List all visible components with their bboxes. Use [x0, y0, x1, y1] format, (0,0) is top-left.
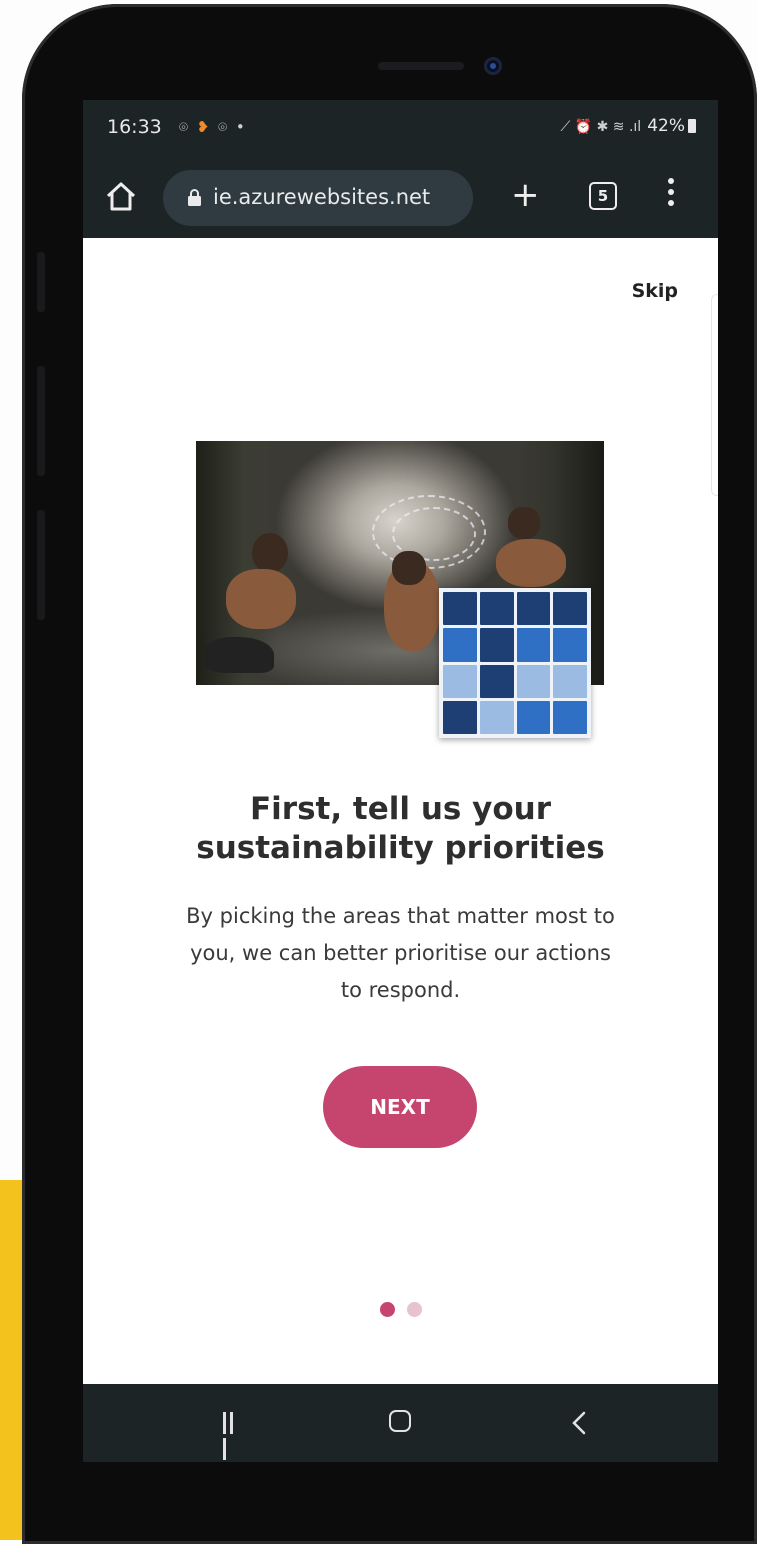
onboarding-page: Skip First, tell us your sustainability … — [83, 238, 718, 1384]
system-icons: ⟋ ⏰ ✱ ≋ .ıl — [560, 119, 642, 135]
browser-toolbar: ie.azurewebsites.net + 5 — [83, 160, 718, 238]
new-tab-button[interactable]: + — [511, 178, 540, 212]
back-icon[interactable] — [565, 1408, 595, 1438]
page-description: By picking the areas that matter most to… — [186, 904, 615, 1002]
volume-down-button — [37, 366, 45, 476]
front-camera — [484, 57, 502, 75]
skip-link[interactable]: Skip — [632, 280, 678, 302]
page-indicator — [83, 1302, 718, 1321]
bixby-button — [37, 510, 45, 620]
tab-switcher-button[interactable]: 5 — [589, 182, 617, 210]
page-dot-active[interactable] — [379, 1302, 395, 1317]
volume-up-button — [37, 252, 45, 312]
system-status: ⟋ ⏰ ✱ ≋ .ıl 42% — [560, 116, 696, 136]
status-time: 16:33 — [107, 116, 162, 138]
speaker-grill — [378, 62, 464, 70]
battery-icon — [688, 119, 696, 133]
home-circle-icon[interactable] — [389, 1410, 411, 1432]
home-icon[interactable] — [103, 178, 139, 214]
address-bar[interactable]: ie.azurewebsites.net — [163, 170, 473, 226]
page-dot[interactable] — [406, 1302, 422, 1317]
battery-percent: 42% — [647, 116, 685, 136]
lock-icon — [188, 189, 201, 206]
more-vert-icon[interactable] — [667, 178, 675, 210]
recents-icon[interactable] — [223, 1412, 243, 1460]
status-bar: 16:33 ⌾ ❥ ⌾ • ⟋ ⏰ ✱ ≋ .ıl 42% — [83, 100, 718, 160]
scroll-indicator — [711, 294, 718, 496]
page-title: First, tell us your sustainability prior… — [196, 791, 605, 866]
notification-icons: ⌾ ❥ ⌾ • — [179, 118, 247, 136]
sdg-goals-graphic — [439, 588, 591, 738]
next-button[interactable]: NEXT — [323, 1066, 477, 1148]
url-text: ie.azurewebsites.net — [213, 185, 431, 209]
system-nav-bar — [83, 1384, 718, 1462]
screen: 16:33 ⌾ ❥ ⌾ • ⟋ ⏰ ✱ ≋ .ıl 42% ie.azureweb… — [83, 100, 718, 1462]
